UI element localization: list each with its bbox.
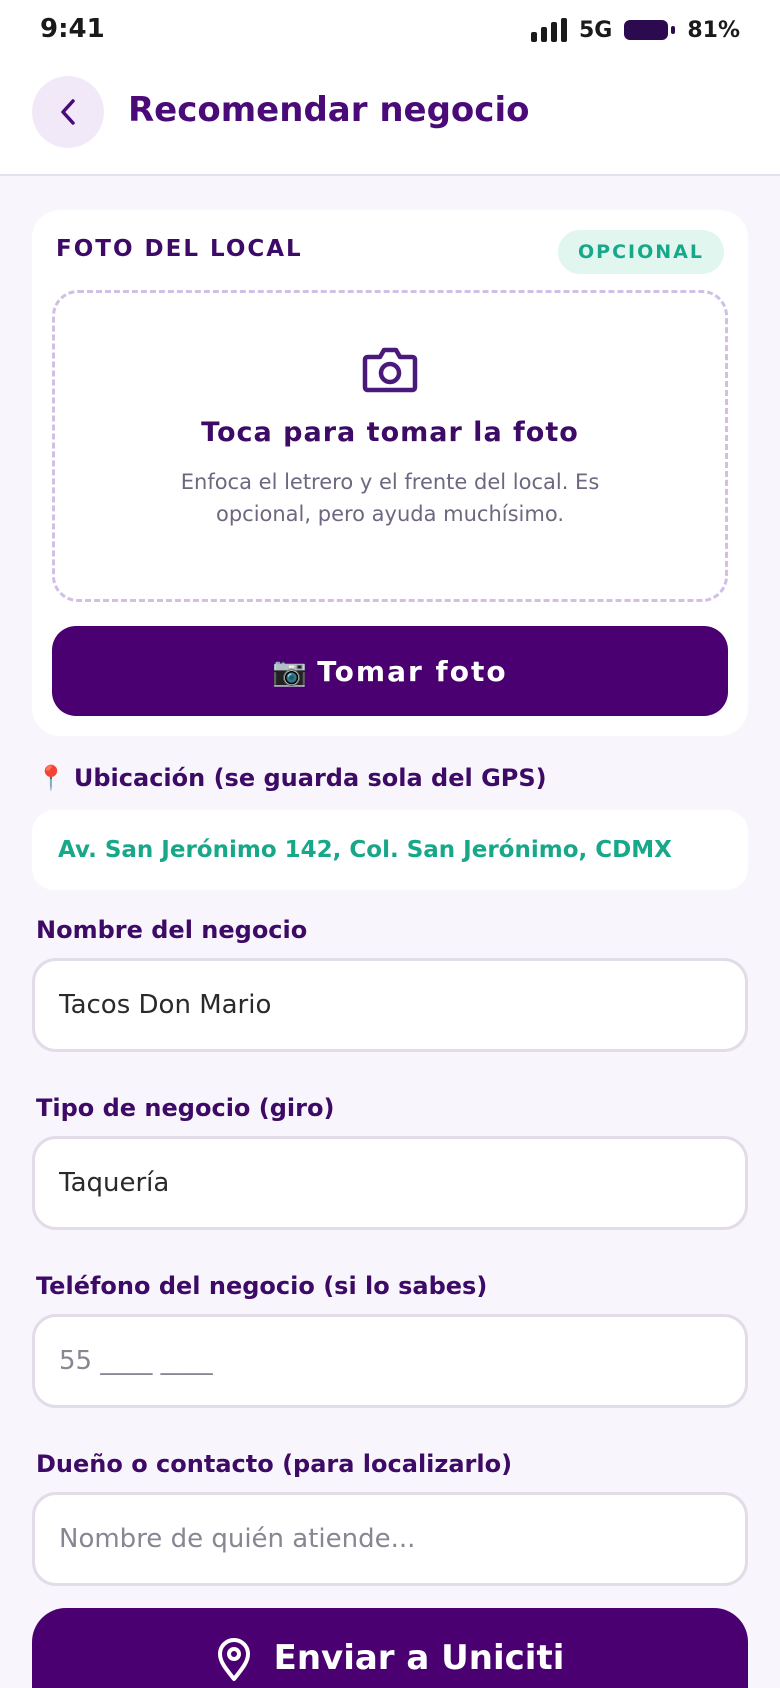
location-label-row: 📍 Ubicación (se guarda sola del GPS): [36, 764, 547, 792]
take-photo-label: Tomar foto: [317, 654, 508, 688]
battery-icon: [624, 20, 676, 40]
app-header: Recomendar negocio: [0, 60, 780, 176]
back-button[interactable]: [32, 76, 104, 148]
status-indicators: 5G 81%: [530, 16, 740, 44]
phone-label: Teléfono del negocio (si lo sabes): [36, 1272, 488, 1300]
battery-level: 81%: [687, 17, 740, 43]
submit-button[interactable]: Enviar a Uniciti: [32, 1608, 748, 1688]
business-type-input[interactable]: [32, 1136, 748, 1230]
camera-icon: [362, 347, 418, 393]
status-bar: 9:41 5G 81%: [0, 0, 780, 60]
business-name-label: Nombre del negocio: [36, 916, 308, 944]
business-type-label: Tipo de negocio (giro): [36, 1094, 335, 1122]
contact-label: Dueño o contacto (para localizarlo): [36, 1450, 513, 1478]
phone-input[interactable]: [32, 1314, 748, 1408]
take-photo-button[interactable]: 📷 Tomar foto: [52, 626, 728, 716]
contact-input[interactable]: [32, 1492, 748, 1586]
dropzone-description: Enfoca el letrero y el frente del local.…: [180, 470, 600, 526]
location-value: Av. San Jerónimo 142, Col. San Jerónimo,…: [32, 810, 748, 890]
map-pin-icon: [217, 1638, 250, 1681]
chevron-left-icon: [61, 99, 75, 125]
page-title: Recomendar negocio: [128, 90, 530, 130]
pin-emoji-icon: 📍: [36, 764, 66, 792]
camera-emoji-icon: 📷: [272, 654, 310, 688]
photo-dropzone[interactable]: Toca para tomar la foto Enfoca el letrer…: [52, 290, 728, 602]
location-label: Ubicación (se guarda sola del GPS): [73, 764, 547, 792]
network-type: 5G: [578, 17, 613, 43]
dropzone-title: Toca para tomar la foto: [201, 417, 579, 448]
status-time: 9:41: [40, 14, 105, 44]
business-name-input[interactable]: [32, 958, 748, 1052]
photo-card: FOTO DEL LOCAL OPCIONAL Toca para tomar …: [32, 210, 748, 736]
photo-card-label: FOTO DEL LOCAL: [56, 236, 303, 262]
signal-bars-icon: [530, 18, 567, 42]
submit-label: Enviar a Uniciti: [273, 1638, 565, 1678]
optional-badge: OPCIONAL: [558, 230, 724, 274]
